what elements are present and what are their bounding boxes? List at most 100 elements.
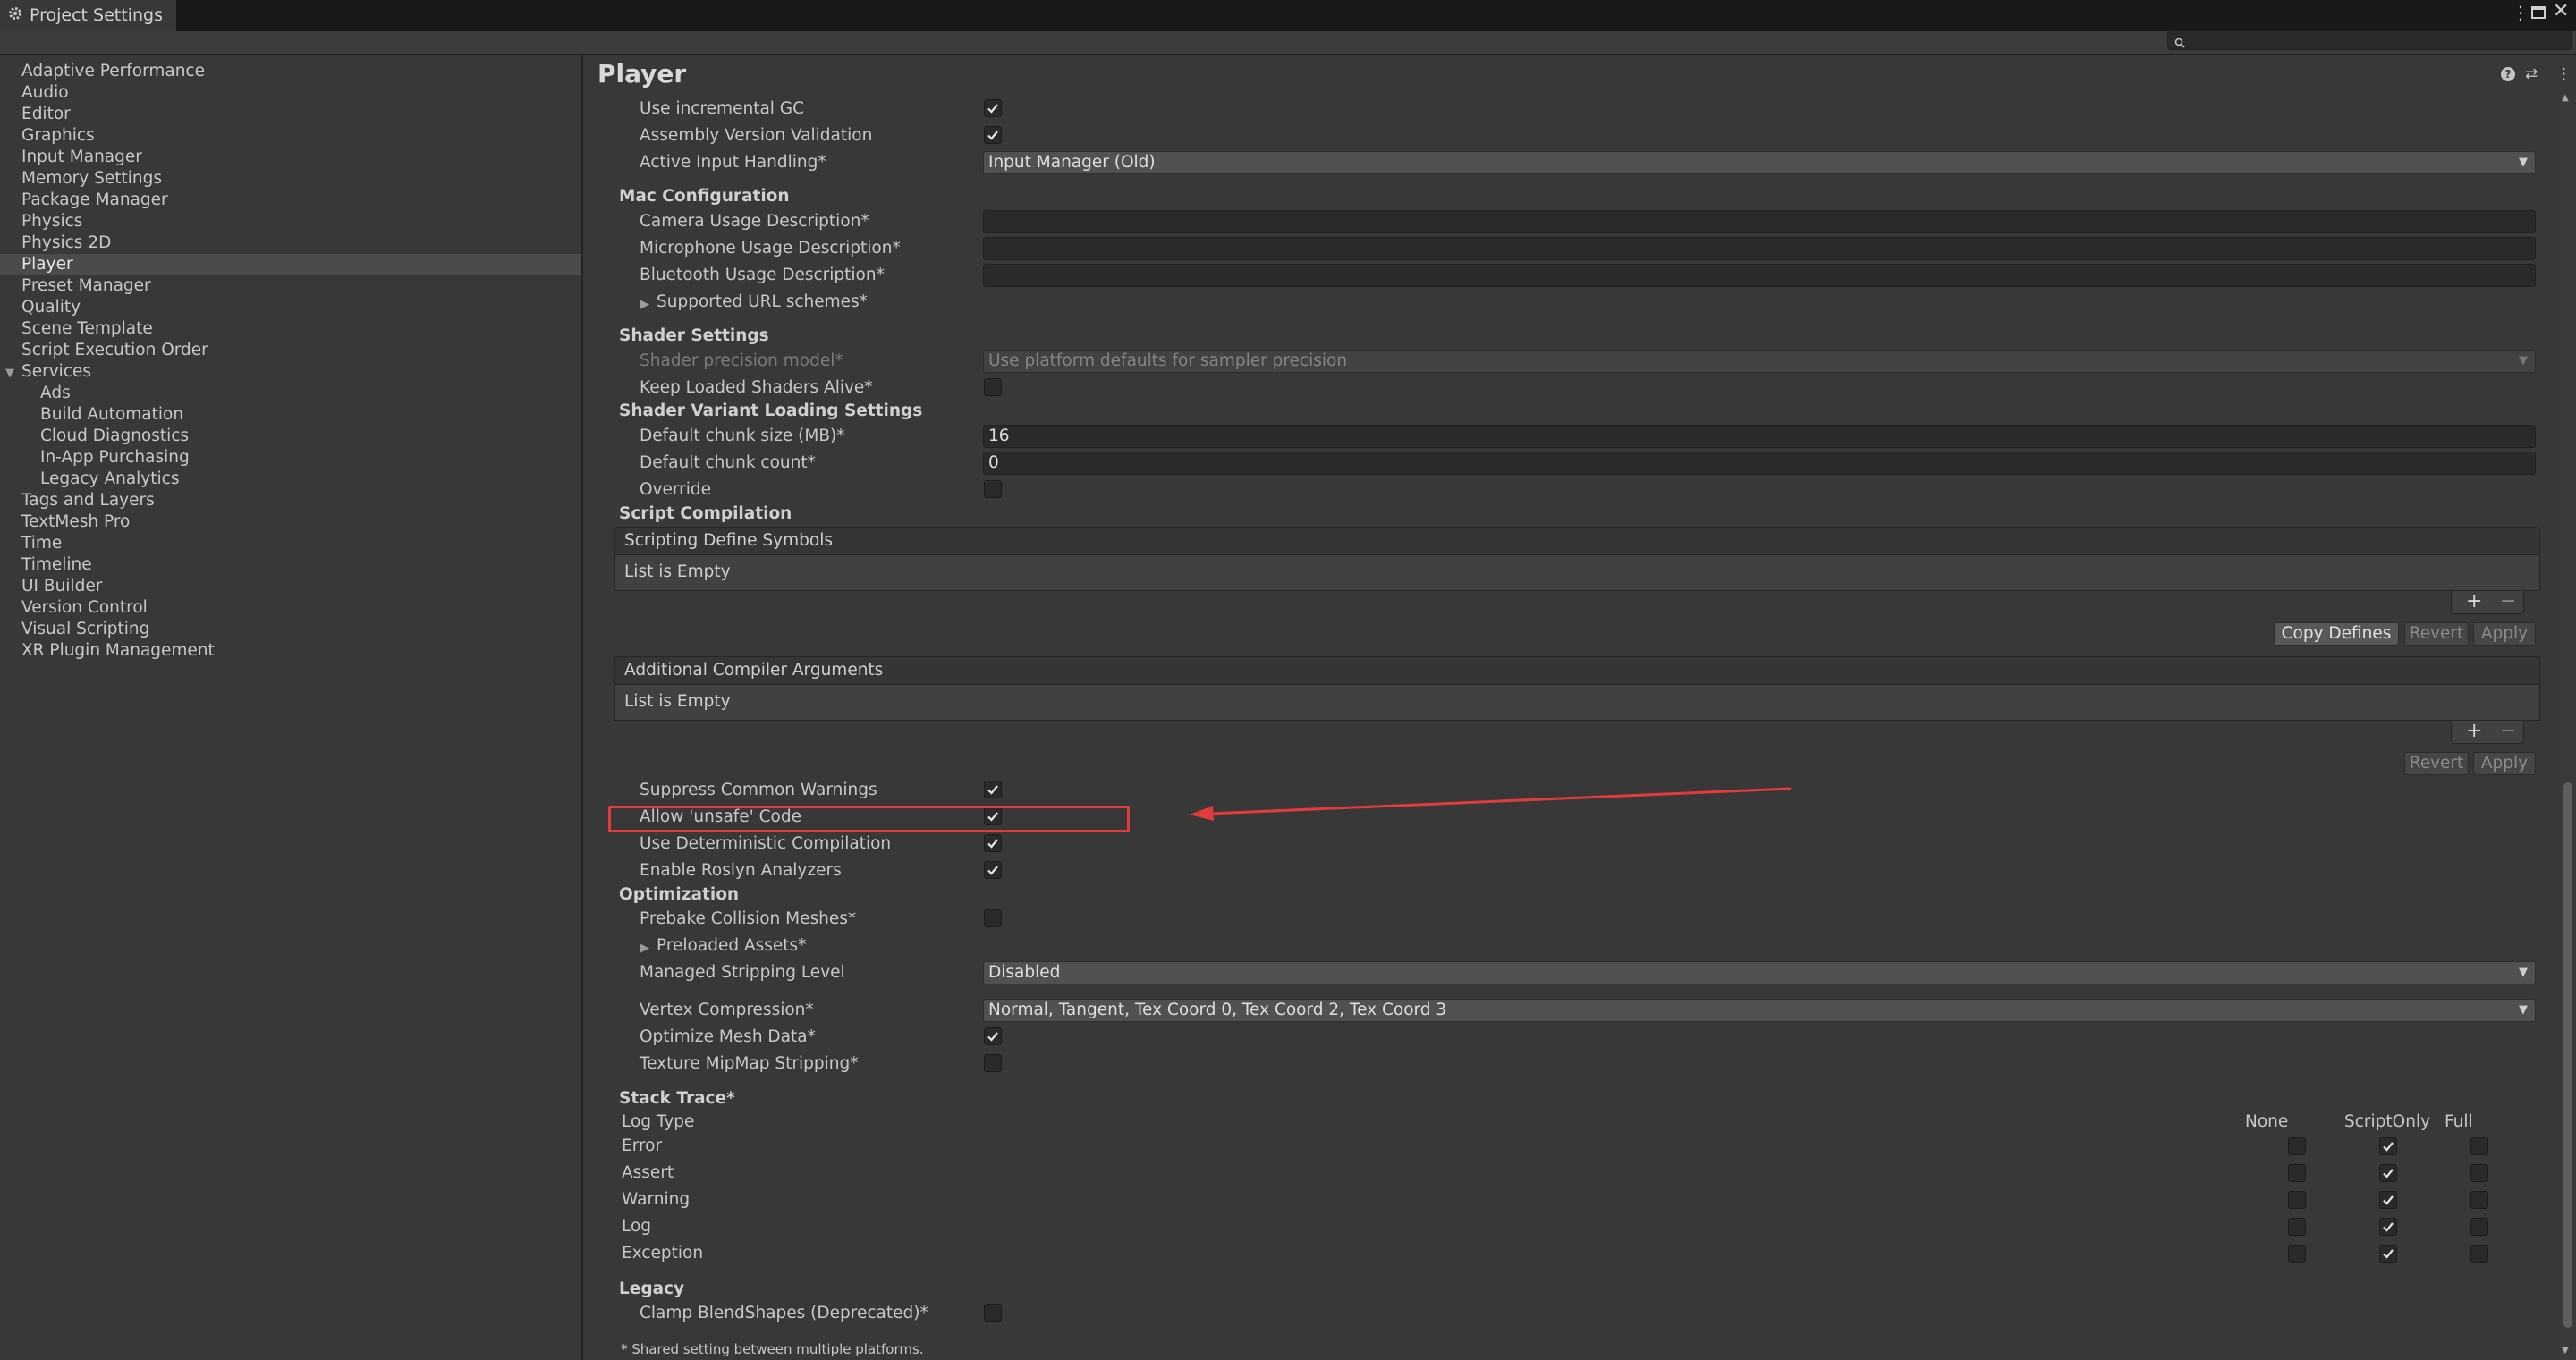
sidebar-item-legacy-analytics[interactable]: Legacy Analytics: [40, 469, 179, 490]
active-input-handling-label: Active Input Handling*: [640, 153, 826, 172]
scroll-up-icon[interactable]: ▲: [2562, 93, 2569, 103]
prebake-collision-meshes-checkbox[interactable]: [984, 909, 1002, 927]
revert-button[interactable]: Revert: [2404, 622, 2469, 646]
keep-loaded-shaders-checkbox[interactable]: [984, 378, 1002, 396]
sidebar-item-timeline[interactable]: Timeline: [21, 554, 92, 576]
add-icon[interactable]: +: [2466, 591, 2482, 612]
managed-stripping-level-dropdown[interactable]: Disabled ▼: [983, 961, 2536, 984]
list-add-remove: + −: [2451, 591, 2524, 614]
error-none-checkbox[interactable]: [2288, 1137, 2306, 1155]
sidebar-item-quality[interactable]: Quality: [21, 297, 80, 318]
expand-triangle-icon[interactable]: ▼: [5, 367, 14, 380]
remove-icon[interactable]: −: [2500, 591, 2516, 612]
warning-full-checkbox[interactable]: [2470, 1191, 2488, 1209]
clamp-blendshapes-checkbox[interactable]: [984, 1304, 1002, 1322]
presets-icon[interactable]: ⇄: [2525, 65, 2538, 83]
sidebar-item-physics-2d[interactable]: Physics 2D: [21, 232, 111, 254]
scroll-down-icon[interactable]: ▼: [2562, 1346, 2569, 1356]
sidebar-item-services[interactable]: Services: [21, 361, 91, 383]
help-icon[interactable]: ?: [2501, 67, 2515, 81]
log-full-checkbox[interactable]: [2470, 1218, 2488, 1236]
sidebar-item-tags-and-layers[interactable]: Tags and Layers: [21, 490, 155, 511]
sidebar-item-build-automation[interactable]: Build Automation: [40, 404, 183, 426]
sidebar-item-cloud-diagnostics[interactable]: Cloud Diagnostics: [40, 426, 189, 447]
close-icon[interactable]: ✕: [2553, 0, 2569, 22]
supported-url-schemes-foldout[interactable]: Supported URL schemes*: [657, 291, 868, 313]
sidebar-item-scene-template[interactable]: Scene Template: [21, 318, 153, 340]
foldout-arrow-icon[interactable]: ▶: [640, 942, 649, 955]
texture-mipmap-stripping-checkbox[interactable]: [984, 1054, 1002, 1072]
exception-scriptonly-checkbox[interactable]: [2379, 1245, 2397, 1263]
sidebar-item-adaptive-performance[interactable]: Adaptive Performance: [21, 61, 205, 82]
copy-defines-button[interactable]: Copy Defines: [2274, 622, 2399, 646]
exception-full-checkbox[interactable]: [2470, 1245, 2488, 1263]
error-full-checkbox[interactable]: [2470, 1137, 2488, 1155]
sidebar-item-visual-scripting[interactable]: Visual Scripting: [21, 619, 149, 640]
sidebar-item-input-manager[interactable]: Input Manager: [21, 147, 142, 168]
microphone-usage-field[interactable]: [983, 237, 2536, 260]
more-options-icon[interactable]: ⋮: [2512, 2, 2529, 23]
camera-usage-field[interactable]: [983, 210, 2536, 233]
vertex-compression-dropdown[interactable]: Normal, Tangent, Tex Coord 0, Tex Coord …: [983, 999, 2536, 1022]
assert-none-checkbox[interactable]: [2288, 1164, 2306, 1182]
sidebar-item-player[interactable]: Player: [21, 254, 73, 275]
enable-roslyn-analyzers-checkbox[interactable]: [984, 861, 1002, 879]
apply-button[interactable]: Apply: [2473, 752, 2536, 775]
sidebar-item-ads[interactable]: Ads: [40, 383, 71, 404]
sidebar-item-package-manager[interactable]: Package Manager: [21, 190, 168, 211]
sidebar-item-xr-plugin-management[interactable]: XR Plugin Management: [21, 640, 215, 662]
use-deterministic-compilation-checkbox[interactable]: [984, 834, 1002, 852]
log-none-checkbox[interactable]: [2288, 1218, 2306, 1236]
assert-full-checkbox[interactable]: [2470, 1164, 2488, 1182]
maximize-icon[interactable]: [2531, 6, 2546, 19]
column-none: None: [2245, 1112, 2289, 1131]
foldout-arrow-icon[interactable]: ▶: [640, 298, 649, 311]
remove-icon[interactable]: −: [2500, 721, 2516, 742]
gear-icon: [7, 5, 25, 23]
sidebar-item-graphics[interactable]: Graphics: [21, 125, 95, 147]
active-input-handling-dropdown[interactable]: Input Manager (Old) ▼: [983, 151, 2536, 174]
sidebar-item-memory-settings[interactable]: Memory Settings: [21, 168, 162, 190]
default-chunk-count-field[interactable]: 0: [983, 452, 2536, 475]
assembly-version-validation-checkbox[interactable]: [984, 126, 1002, 144]
add-icon[interactable]: +: [2466, 721, 2482, 742]
sidebar-item-textmesh-pro[interactable]: TextMesh Pro: [21, 511, 130, 533]
search-input[interactable]: [2167, 30, 2572, 50]
shared-setting-footnote: * Shared setting between multiple platfo…: [621, 1341, 924, 1357]
assert-scriptonly-checkbox[interactable]: [2379, 1164, 2397, 1182]
optimize-mesh-data-checkbox[interactable]: [984, 1027, 1002, 1045]
apply-button[interactable]: Apply: [2473, 622, 2536, 646]
splitter[interactable]: [581, 55, 583, 1360]
sidebar-item-editor[interactable]: Editor: [21, 104, 71, 125]
scrollbar-thumb[interactable]: [2563, 782, 2572, 1328]
assembly-version-validation-label: Assembly Version Validation: [640, 126, 873, 145]
sidebar-item-physics[interactable]: Physics: [21, 211, 82, 232]
sidebar-item-script-execution-order[interactable]: Script Execution Order: [21, 340, 208, 361]
sidebar-item-time[interactable]: Time: [21, 533, 62, 554]
override-checkbox[interactable]: [984, 480, 1002, 498]
scripting-define-symbols-header: Scripting Define Symbols: [614, 527, 2540, 555]
prebake-collision-meshes-label: Prebake Collision Meshes*: [640, 909, 857, 928]
log-scriptonly-checkbox[interactable]: [2379, 1218, 2397, 1236]
sidebar-item-in-app-purchasing[interactable]: In-App Purchasing: [40, 447, 190, 469]
managed-stripping-level-value: Disabled: [988, 963, 1061, 982]
sidebar-item-ui-builder[interactable]: UI Builder: [21, 576, 102, 597]
dropdown-arrow-icon: ▼: [2519, 354, 2528, 367]
bluetooth-usage-field[interactable]: [983, 264, 2536, 287]
dropdown-arrow-icon: ▼: [2519, 966, 2528, 979]
keep-loaded-shaders-label: Keep Loaded Shaders Alive*: [640, 378, 873, 397]
context-menu-icon[interactable]: ⋮: [2556, 65, 2572, 83]
warning-none-checkbox[interactable]: [2288, 1191, 2306, 1209]
sidebar-item-preset-manager[interactable]: Preset Manager: [21, 275, 151, 297]
warning-scriptonly-checkbox[interactable]: [2379, 1191, 2397, 1209]
sidebar-item-audio[interactable]: Audio: [21, 82, 69, 104]
sidebar-item-version-control[interactable]: Version Control: [21, 597, 148, 619]
exception-none-checkbox[interactable]: [2288, 1245, 2306, 1263]
suppress-common-warnings-checkbox[interactable]: [984, 781, 1002, 798]
dropdown-arrow-icon: ▼: [2519, 156, 2528, 169]
revert-button[interactable]: Revert: [2404, 752, 2469, 775]
default-chunk-size-field[interactable]: 16: [983, 425, 2536, 448]
error-scriptonly-checkbox[interactable]: [2379, 1137, 2397, 1155]
use-incremental-gc-checkbox[interactable]: [984, 99, 1002, 117]
preloaded-assets-foldout[interactable]: Preloaded Assets*: [657, 935, 806, 957]
